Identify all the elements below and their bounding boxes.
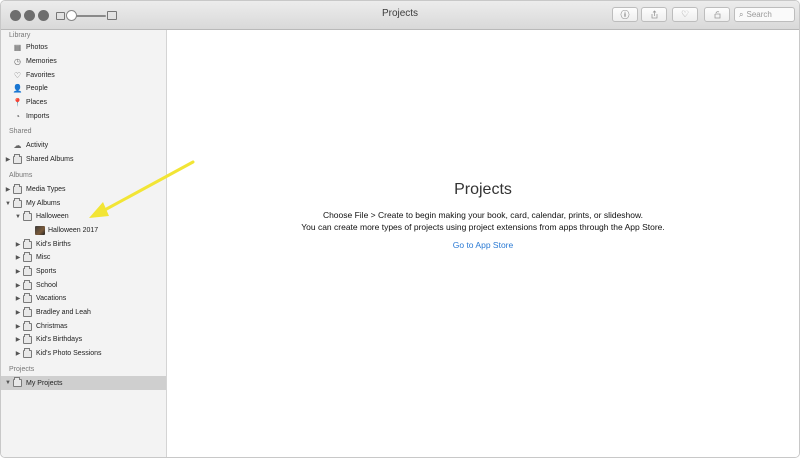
sidebar-item-school[interactable]: ▶ School: [1, 279, 166, 292]
folder-icon: [12, 197, 23, 208]
title-bar: Projects ⓘ ♡ ⌕ Search: [1, 1, 799, 30]
heart-icon: ♡: [13, 71, 22, 80]
disclosure-right-icon[interactable]: ▶: [14, 254, 22, 261]
sidebar-item-favorites[interactable]: ♡ Favorites: [1, 69, 166, 82]
sidebar-item-shared-albums[interactable]: ▶ Shared Albums: [1, 153, 166, 166]
disclosure-right-icon[interactable]: ▶: [14, 295, 22, 302]
folder-icon: [22, 347, 33, 358]
albums-section-header: Albums: [9, 172, 33, 179]
sidebar-item-vacations[interactable]: ▶ Vacations: [1, 292, 166, 305]
search-placeholder: Search: [746, 10, 772, 19]
sidebar-item-my-projects[interactable]: ▼ My Projects: [1, 376, 166, 390]
rotate-icon: [714, 11, 720, 19]
app-store-link-label[interactable]: Go to App Store: [453, 240, 513, 250]
pin-icon: 📍: [12, 98, 23, 107]
imports-icon: ◔: [15, 112, 20, 121]
disclosure-down-icon[interactable]: ▼: [14, 214, 22, 220]
cloud-icon: ☁: [13, 141, 22, 150]
share-icon: [651, 10, 657, 19]
sidebar-item-misc[interactable]: ▶ Misc: [1, 251, 166, 264]
folder-icon: [22, 333, 33, 344]
disclosure-right-icon[interactable]: ▶: [14, 282, 22, 289]
favorite-button[interactable]: ♡: [672, 7, 698, 22]
heart-icon: ♡: [680, 9, 690, 19]
disclosure-down-icon[interactable]: ▼: [4, 380, 12, 386]
sidebar-item-media-types[interactable]: ▶ Media Types: [1, 183, 166, 196]
projects-content: Projects Choose File > Create to begin m…: [167, 30, 799, 457]
folder-icon: [22, 320, 33, 331]
share-button[interactable]: [641, 7, 667, 22]
folder-icon: [12, 377, 23, 388]
disclosure-right-icon[interactable]: ▶: [14, 336, 22, 343]
person-icon: 👤: [12, 84, 23, 93]
sidebar-item-memories[interactable]: ◷ Memories: [1, 55, 166, 68]
sidebar-item-places[interactable]: 📍 Places: [1, 96, 166, 109]
folder-icon: [22, 306, 33, 317]
disclosure-down-icon[interactable]: ▼: [4, 201, 12, 207]
disclosure-right-icon[interactable]: ▶: [4, 156, 12, 163]
page-title: Projects: [454, 181, 512, 198]
info-icon: ⓘ: [620, 10, 630, 20]
search-icon: ⌕: [739, 9, 744, 19]
disclosure-right-icon[interactable]: ▶: [14, 350, 22, 357]
sidebar-item-activity[interactable]: ☁ Activity: [1, 139, 166, 152]
disclosure-right-icon[interactable]: ▶: [14, 268, 22, 275]
folder-icon: [12, 153, 23, 164]
sidebar-item-my-albums[interactable]: ▼ My Albums: [1, 197, 166, 210]
folder-icon: [22, 251, 33, 262]
photos-icon: ▦: [13, 43, 22, 52]
disclosure-right-icon[interactable]: ▶: [14, 323, 22, 330]
disclosure-right-icon[interactable]: ▶: [14, 241, 22, 248]
folder-icon: [22, 238, 33, 249]
info-button[interactable]: ⓘ: [612, 7, 638, 22]
folder-icon: [22, 279, 33, 290]
sidebar-item-christmas[interactable]: ▶ Christmas: [1, 320, 166, 333]
folder-icon: [22, 210, 33, 221]
sidebar: Library ▦ Photos ◷ Memories ♡ Favorites 👤 Pe…: [1, 30, 167, 457]
memories-icon: ◷: [14, 57, 21, 66]
sidebar-item-imports[interactable]: ◔ Imports: [1, 110, 166, 123]
sidebar-item-kids-photo-sessions[interactable]: ▶ Kid's Photo Sessions: [1, 347, 166, 360]
instructions-line-2: You can create more types of projects us…: [301, 222, 665, 232]
sidebar-item-halloween[interactable]: ▼ Halloween: [1, 210, 166, 223]
folder-icon: [12, 183, 23, 194]
app-store-link[interactable]: Go to App Store: [167, 240, 799, 250]
folder-icon: [22, 292, 33, 303]
library-section-header: Library: [9, 32, 31, 39]
projects-section-header: Projects: [9, 366, 35, 373]
sidebar-item-kids-births[interactable]: ▶ Kid's Births: [1, 238, 166, 251]
sidebar-item-bradley-and-leah[interactable]: ▶ Bradley and Leah: [1, 306, 166, 319]
folder-icon: [22, 265, 33, 276]
rotate-button[interactable]: [704, 7, 730, 22]
shared-section-header: Shared: [9, 128, 32, 135]
sidebar-item-people[interactable]: 👤 People: [1, 82, 166, 95]
sidebar-item-sports[interactable]: ▶ Sports: [1, 265, 166, 278]
disclosure-right-icon[interactable]: ▶: [4, 186, 12, 193]
sidebar-item-kids-birthdays[interactable]: ▶ Kid's Birthdays: [1, 333, 166, 346]
sidebar-item-halloween-2017[interactable]: Halloween 2017: [1, 224, 166, 237]
instructions-line-1: Choose File > Create to begin making you…: [322, 210, 644, 220]
photos-window: Projects ⓘ ♡ ⌕ Search Library ▦ Photos ◷ M…: [0, 0, 800, 458]
disclosure-right-icon[interactable]: ▶: [14, 309, 22, 316]
search-field[interactable]: ⌕ Search: [734, 7, 795, 22]
sidebar-item-photos[interactable]: ▦ Photos: [1, 41, 166, 54]
album-thumbnail: [34, 226, 45, 235]
